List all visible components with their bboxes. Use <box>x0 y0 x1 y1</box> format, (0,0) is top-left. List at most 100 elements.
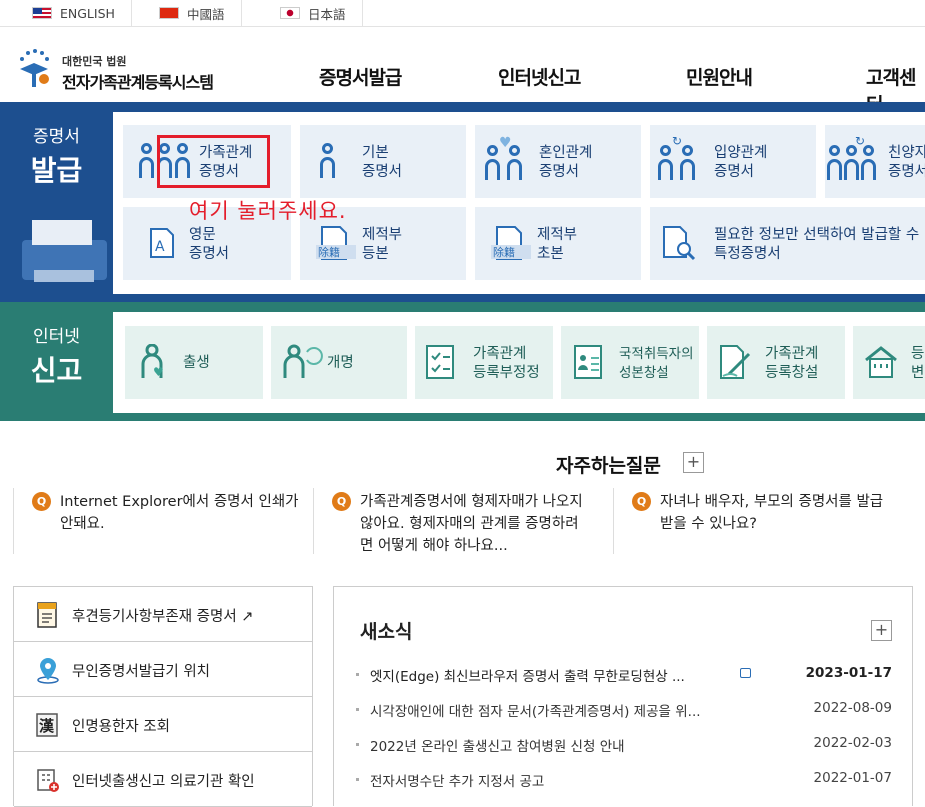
issue-band-title: 증명서 발급 <box>0 122 113 189</box>
news-item-date: 2022-02-03 <box>813 735 892 751</box>
location-pin-icon <box>37 658 59 684</box>
lang-english-label: ENGLISH <box>60 5 115 21</box>
tile-removed-register-copy-label: 제적부 등본 <box>362 227 403 262</box>
logo-title: 전자가족관계등록시스템 <box>62 73 214 92</box>
site-header: 대한민국 법원 전자가족관계등록시스템 증명서발급 인터넷신고 민원안내 고객센… <box>0 27 925 116</box>
faq-more-button[interactable]: + <box>683 452 704 473</box>
report-band-title-top: 인터넷 <box>33 327 80 347</box>
quick-kiosk-location[interactable]: 무인증명서발급기 위치 <box>14 642 312 697</box>
svg-text:除籍: 除籍 <box>493 245 515 259</box>
tile-basic-cert[interactable]: 기본 증명서 <box>300 125 466 198</box>
report-band-title-bottom: 신고 <box>30 354 83 387</box>
tile-naturalized-surname[interactable]: 국적취득자의 성본창설 <box>561 326 699 399</box>
faq-item-2[interactable]: Q 가족관계증명서에 형제자매가 나오지 않아요. 형제자매의 관계를 증명하려… <box>313 488 613 554</box>
faq-item-1[interactable]: Q Internet Explorer에서 증명서 인쇄가 안돼요. <box>13 488 313 554</box>
tile-removed-register-abstract-label: 제적부 초본 <box>537 227 578 262</box>
tile-marriage-label: 혼인관계 증명서 <box>539 145 593 180</box>
court-emblem-icon <box>20 49 49 87</box>
svg-text:漢: 漢 <box>39 717 55 735</box>
logo-subtitle: 대한민국 법원 <box>62 55 127 68</box>
tile-name-change[interactable]: 개명 <box>271 326 407 399</box>
svg-text:除籍: 除籍 <box>318 245 340 259</box>
document-icon <box>37 602 57 628</box>
lang-english[interactable]: ENGLISH <box>16 0 132 26</box>
gnb-guide[interactable]: 민원안내 <box>686 63 753 90</box>
news-item[interactable]: 2022년 온라인 출생신고 참여병원 신청 안내 2022-02-03 <box>356 735 892 757</box>
news-item-title: 엣지(Edge) 최신브라우저 증명서 출력 무한로딩현상 ... <box>370 669 685 685</box>
tile-register-creation[interactable]: 가족관계 등록창설 <box>707 326 845 399</box>
issue-band: 증명서 발급 가족관계 증명서 기본 증명서 ♥ 혼인관계 증명서 ↻ 입양관계… <box>0 102 925 302</box>
tile-register-correction[interactable]: 가족관계 등록부정정 <box>415 326 553 399</box>
removed-register-icon: 除籍 <box>491 226 531 260</box>
lang-chinese-label: 中國語 <box>187 6 225 22</box>
tile-register-other-label: 등 변 <box>911 346 925 381</box>
news-item-date: 2023-01-17 <box>805 665 892 681</box>
news-item-date: 2022-01-07 <box>813 770 892 786</box>
mother-baby-icon: ♥ <box>141 344 164 379</box>
lang-japanese[interactable]: 日本語 <box>264 0 363 26</box>
lang-japanese-label: 日本語 <box>308 6 346 22</box>
tile-marriage-cert[interactable]: ♥ 혼인관계 증명서 <box>475 125 641 198</box>
bullet <box>356 673 359 676</box>
news-item[interactable]: 엣지(Edge) 최신브라우저 증명서 출력 무한로딩현상 ... 2023-0… <box>356 665 892 687</box>
name-change-icon <box>283 344 323 378</box>
news-panel: 새소식 + 엣지(Edge) 최신브라우저 증명서 출력 무한로딩현상 ... … <box>333 586 913 806</box>
news-more-button[interactable]: + <box>871 620 892 641</box>
tile-adoption-cert[interactable]: ↻ 입양관계 증명서 <box>650 125 816 198</box>
svg-text:♥: ♥ <box>153 365 164 379</box>
issue-band-title-bottom: 발급 <box>30 154 83 187</box>
question-icon: Q <box>32 492 51 511</box>
faq-item-3[interactable]: Q 자녀나 배우자, 부모의 증명서를 발급 받을 수 있나요? <box>613 488 913 554</box>
id-card-icon <box>574 345 602 379</box>
news-item-date: 2022-08-09 <box>813 700 892 716</box>
news-item[interactable]: 시각장애인에 대한 점자 문서(가족관계증명서) 제공을 위... 2022-0… <box>356 700 892 722</box>
tile-birth-label: 출생 <box>183 355 210 371</box>
news-item-title: 시각장애인에 대한 점자 문서(가족관계증명서) 제공을 위... <box>370 704 701 720</box>
question-icon: Q <box>632 492 651 511</box>
report-tiles: ♥ 출생 개명 가족관계 등록부정정 국적취득자의 성본창설 가족관계 등록창설… <box>113 312 925 413</box>
cn-flag-icon <box>159 7 179 19</box>
faq-item-1-text: Internet Explorer에서 증명서 인쇄가 안돼요. <box>60 494 299 532</box>
bullet <box>356 708 359 711</box>
report-band-title: 인터넷 신고 <box>0 322 113 389</box>
annotation-text: 여기 눌러주세요. <box>189 199 347 223</box>
tile-specific-cert[interactable]: 필요한 정보만 선택하여 발급할 수 특정증명서 <box>650 207 925 280</box>
us-flag-icon <box>32 7 52 19</box>
bullet <box>356 743 359 746</box>
removed-register-icon: 除籍 <box>316 226 356 260</box>
lang-chinese[interactable]: 中國語 <box>143 0 242 26</box>
checklist-icon <box>426 345 454 379</box>
new-post-icon <box>740 668 751 678</box>
tile-name-change-label: 개명 <box>327 355 354 371</box>
search-document-icon <box>663 226 696 261</box>
quick-guardianship-label: 후견등기사항부존재 증명서 ↗ <box>72 609 254 625</box>
tile-birth[interactable]: ♥ 출생 <box>125 326 263 399</box>
tile-removed-register-abstract[interactable]: 除籍 제적부 초본 <box>475 207 641 280</box>
tile-adoption-label: 입양관계 증명서 <box>714 145 768 180</box>
quick-guardianship-cert[interactable]: 후견등기사항부존재 증명서 ↗ <box>14 587 312 642</box>
report-band: 인터넷 신고 ♥ 출생 개명 가족관계 등록부정정 국적취득자의 성본창설 가족… <box>0 302 925 421</box>
document-a-icon: A <box>150 228 174 258</box>
gnb-report[interactable]: 인터넷신고 <box>498 63 581 90</box>
gnb-issue[interactable]: 증명서발급 <box>319 63 402 90</box>
hanja-book-icon: 漢 <box>36 713 58 737</box>
quick-kiosk-label: 무인증명서발급기 위치 <box>72 664 211 680</box>
question-icon: Q <box>332 492 351 511</box>
quick-name-hanja[interactable]: 漢 인명용한자 조회 <box>14 697 312 752</box>
tile-full-adoption-label: 친양자 증명서 <box>888 145 925 180</box>
issue-band-title-top: 증명서 <box>33 127 80 147</box>
site-logo[interactable]: 대한민국 법원 전자가족관계등록시스템 <box>14 47 224 93</box>
faq-title: 자주하는질문 <box>556 455 661 477</box>
quick-hospital-label: 인터넷출생신고 의료기관 확인 <box>72 774 255 790</box>
tile-specific-label: 필요한 정보만 선택하여 발급할 수 특정증명서 <box>714 227 920 262</box>
language-bar: ENGLISH 中國語 日本語 <box>0 0 925 27</box>
news-item[interactable]: 전자서명수단 추가 지정서 공고 2022-01-07 <box>356 770 892 792</box>
hospital-icon <box>37 769 59 792</box>
quick-birth-hospital[interactable]: 인터넷출생신고 의료기관 확인 <box>14 752 312 807</box>
bullet <box>356 778 359 781</box>
jp-flag-icon <box>280 7 300 19</box>
tile-register-other[interactable]: 등 변 <box>853 326 925 399</box>
news-item-title: 2022년 온라인 출생신고 참여병원 신청 안내 <box>370 739 625 755</box>
tile-register-correction-label: 가족관계 등록부정정 <box>473 346 540 381</box>
tile-full-adoption-cert[interactable]: ↻ 친양자 증명서 <box>825 125 925 198</box>
